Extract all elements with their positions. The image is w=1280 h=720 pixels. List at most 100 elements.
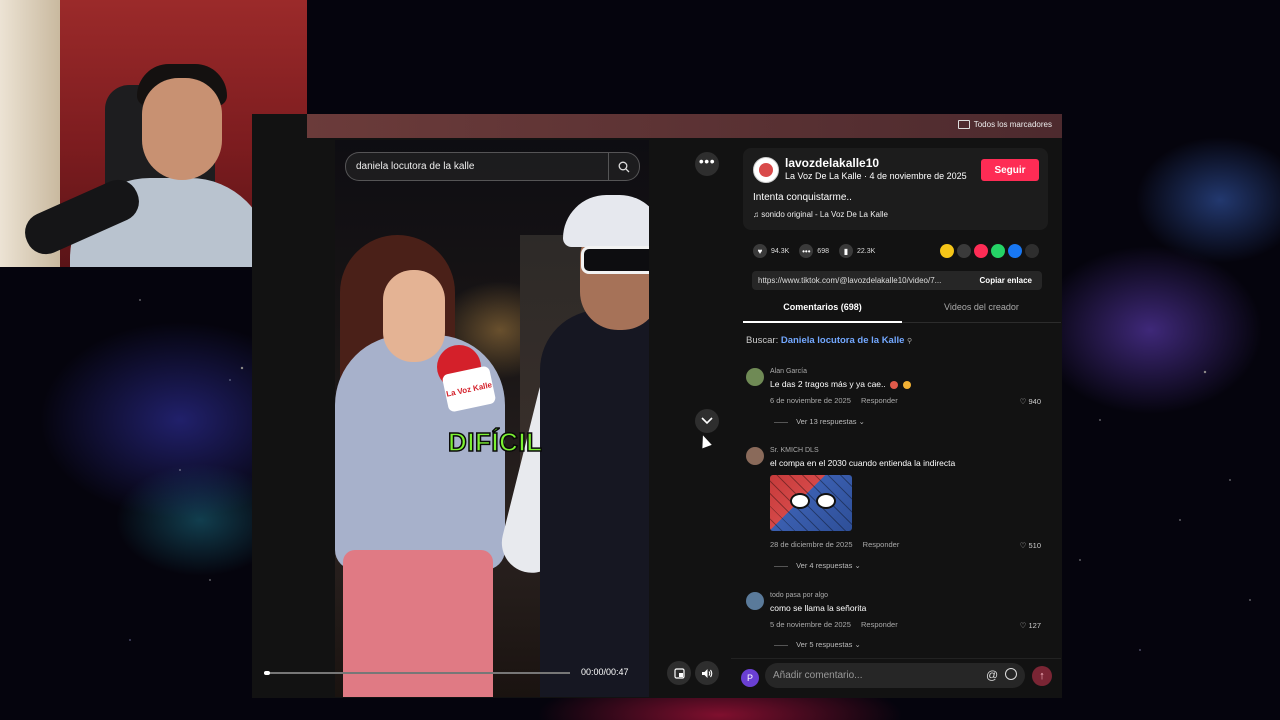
post-link-box: https://www.tiktok.com/@lavozdelakalle10… [752, 271, 1042, 290]
comment-image-spiderman[interactable] [770, 475, 852, 531]
spiderman-eye [816, 493, 836, 509]
author-subtitle: La Voz De La Kalle · 4 de noviembre de 2… [785, 171, 967, 181]
comment-avatar[interactable] [746, 447, 764, 465]
whatsapp-icon[interactable] [991, 244, 1005, 258]
video-search-bar[interactable]: daniela locutora de la kalle [345, 152, 640, 181]
embed-icon[interactable] [957, 244, 971, 258]
more-icon: ••• [698, 153, 716, 169]
send-share-icon[interactable] [974, 244, 988, 258]
panel-tabs: Comentarios (698) Videos del creador [743, 302, 1061, 323]
reply-button[interactable]: Responder [861, 396, 898, 405]
comment-like-button[interactable]: ♡ 940 [1020, 397, 1041, 406]
emoji-icon [890, 380, 899, 389]
comment-avatar[interactable] [746, 368, 764, 386]
comments-count: 698 [817, 247, 829, 255]
comment-button[interactable]: ••• 698 [799, 244, 829, 258]
comment-text: como se llama la señorita [770, 603, 867, 613]
more-options-button[interactable]: ••• [695, 152, 719, 176]
chevron-down-icon: ⌄ [854, 561, 861, 570]
comment-username[interactable]: Sr. KMICH DLS [770, 447, 819, 454]
all-bookmarks-button[interactable]: Todos los marcadores [957, 120, 1052, 129]
view-replies-label: Ver 4 respuestas [796, 561, 853, 570]
streamer-head [142, 78, 222, 180]
author-avatar[interactable] [753, 157, 779, 183]
video-search-query[interactable]: daniela locutora de la kalle [346, 161, 608, 172]
comment-search-suggestion: Buscar: Daniela locutora de la Kalle ⚲ [746, 335, 912, 346]
user-avatar[interactable]: P [741, 669, 759, 687]
send-comment-button[interactable]: ↑ [1032, 666, 1052, 686]
view-replies-button[interactable]: Ver 4 respuestas ⌄ [774, 561, 861, 570]
details-panel: lavozdelakalle10 La Voz De La Kalle · 4 … [731, 140, 1061, 698]
tab-comments[interactable]: Comentarios (698) [743, 302, 902, 323]
friends-share-icon[interactable] [940, 244, 954, 258]
video-progress-fill [264, 671, 271, 675]
picture-in-picture-button[interactable] [667, 661, 691, 685]
video-player[interactable]: La Voz Kalle daniela locutora de la kall… [335, 140, 649, 697]
comment-username[interactable]: todo pasa por algo [770, 592, 828, 599]
chevron-down-icon: ⌄ [854, 640, 861, 649]
comment-likes: 127 [1028, 621, 1041, 630]
mention-icon[interactable]: @ [986, 668, 998, 682]
follow-button[interactable]: Seguir [981, 159, 1039, 181]
share-icons [940, 244, 1039, 258]
music-note-icon: ♫ [753, 210, 759, 219]
comment-composer: P @ ↑ [731, 658, 1061, 698]
web-pattern [770, 475, 852, 531]
engagement-stats: ♥ 94.3K ••• 698 ▮ 22.3K [753, 243, 1043, 259]
volume-button[interactable] [695, 661, 719, 685]
author-username[interactable]: lavozdelakalle10 [785, 156, 879, 170]
comment-username[interactable]: Alan García [770, 368, 807, 375]
comment-likes: 510 [1028, 541, 1041, 550]
pip-icon [673, 667, 685, 679]
video-man-sunglasses [581, 246, 649, 274]
heart-outline-icon: ♡ [1019, 621, 1027, 630]
comment-avatar[interactable] [746, 592, 764, 610]
next-video-button[interactable] [695, 409, 719, 433]
arrow-up-icon: ↑ [1039, 670, 1045, 682]
all-bookmarks-label: Todos los marcadores [973, 120, 1052, 129]
search-suggestion-link[interactable]: Daniela locutora de la Kalle [781, 335, 905, 346]
comment-text: el compa en el 2030 cuando entienda la i… [770, 458, 956, 468]
saves-count: 22.3K [856, 247, 876, 255]
chevron-down-icon [701, 417, 713, 425]
reply-button[interactable]: Responder [863, 540, 900, 549]
post-sound[interactable]: ♫ sonido original - La Voz De La Kalle [753, 210, 888, 219]
comment-like-button[interactable]: ♡ 127 [1020, 621, 1041, 630]
share-arrow-icon[interactable] [1025, 244, 1039, 258]
copy-link-button[interactable]: Copiar enlace [970, 276, 1042, 285]
emoji-icon [902, 380, 911, 389]
heart-outline-icon: ♡ [1019, 541, 1027, 550]
video-progress-bar[interactable] [264, 671, 570, 675]
comment-meta: 28 de diciembre de 2025 Responder [770, 540, 899, 549]
video-woman-pants [343, 550, 493, 697]
reply-button[interactable]: Responder [861, 620, 898, 629]
bookmarks-bar: Todos los marcadores [307, 114, 1062, 138]
comment-item: todo pasa por algo como se llama la seño… [746, 592, 1051, 654]
search-icon [618, 161, 630, 172]
comment-date: 6 de noviembre de 2025 [770, 396, 851, 405]
video-woman-face [383, 270, 445, 362]
video-time: 00:00/00:47 [581, 667, 629, 677]
like-button[interactable]: ♥ 94.3K [753, 244, 789, 258]
comment-likes: 940 [1028, 397, 1041, 406]
view-replies-button[interactable]: Ver 5 respuestas ⌄ [774, 640, 861, 649]
tab-creator-videos[interactable]: Videos del creador [902, 302, 1061, 322]
facebook-icon[interactable] [1008, 244, 1022, 258]
bookmark-icon: ▮ [838, 244, 853, 258]
emoji-picker-icon[interactable] [1005, 668, 1017, 680]
comment-like-button[interactable]: ♡ 510 [1020, 541, 1041, 550]
view-replies-label: Ver 13 respuestas [796, 417, 857, 426]
comment-text: Le das 2 tragos más y ya cae.. [770, 379, 911, 389]
post-link-url[interactable]: https://www.tiktok.com/@lavozdelakalle10… [752, 276, 970, 285]
author-card: lavozdelakalle10 La Voz De La Kalle · 4 … [743, 148, 1048, 230]
speaker-icon [702, 668, 713, 678]
spiderman-eye [790, 493, 810, 509]
save-button[interactable]: ▮ 22.3K [838, 244, 876, 258]
search-button[interactable] [608, 153, 639, 180]
comment-icon: ••• [799, 244, 814, 258]
video-man-cap [563, 195, 649, 247]
comment-date: 28 de diciembre de 2025 [770, 540, 853, 549]
view-replies-button[interactable]: Ver 13 respuestas ⌄ [774, 417, 865, 426]
comment-meta: 5 de noviembre de 2025 Responder [770, 620, 898, 629]
sound-label: sonido original - La Voz De La Kalle [761, 210, 888, 219]
